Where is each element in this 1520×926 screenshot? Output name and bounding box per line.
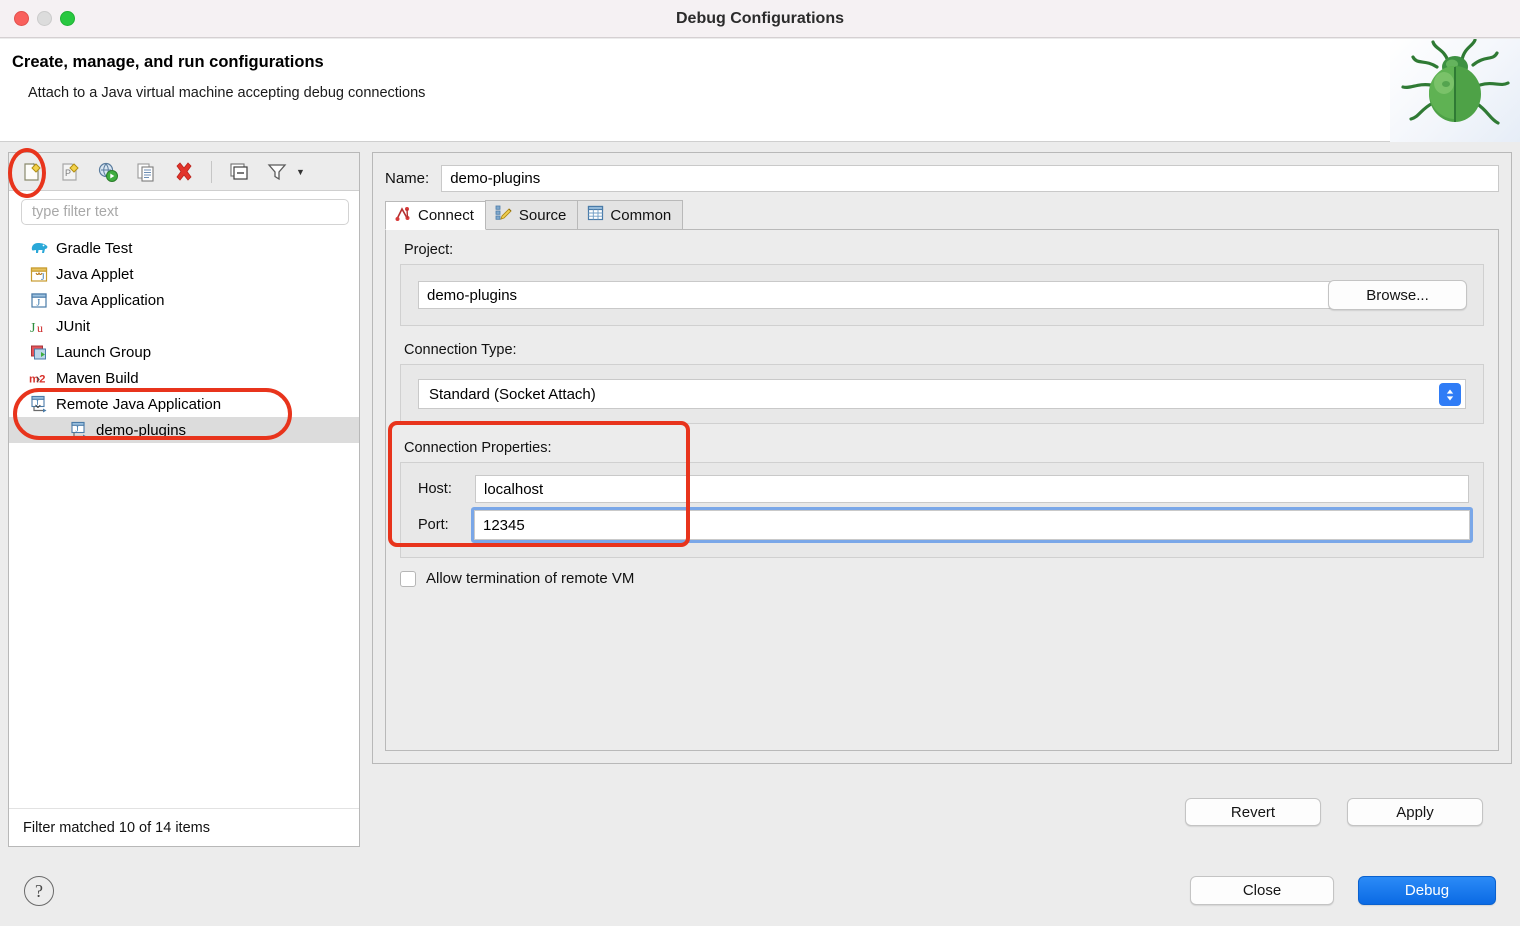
window-titlebar: Debug Configurations [0,0,1520,38]
project-input[interactable] [418,281,1333,309]
java-applet-icon: J [29,265,49,283]
tree-item-label: Maven Build [56,370,139,387]
filter-dropdown-caret-icon[interactable]: ▼ [296,167,305,177]
tree-item-launch-group[interactable]: Launch Group [9,339,359,365]
chevron-right-icon[interactable]: › [31,371,45,386]
editor-tabs: Connect Source [385,201,1499,230]
tree-item-java-applet[interactable]: J Java Applet [9,261,359,287]
tree-item-gradle-test[interactable]: Gradle Test [9,235,359,261]
configurations-toolbar: P [9,153,359,191]
window-title: Debug Configurations [0,10,1520,28]
svg-text:J: J [75,425,78,434]
stepper-arrows-icon[interactable] [1439,383,1461,406]
svg-text:P: P [65,168,71,178]
tree-item-label: JUnit [56,318,90,335]
launch-group-icon [29,343,49,361]
configurations-tree: Gradle Test J Java Applet [9,229,359,443]
allow-termination-label: Allow termination of remote VM [426,570,634,587]
host-label: Host: [418,481,452,497]
tab-label: Connect [418,207,474,224]
apply-button[interactable]: Apply [1347,798,1483,826]
port-focus-ring [471,507,1473,543]
svg-text:u: u [37,321,43,335]
common-table-icon [587,205,604,225]
tab-source[interactable]: Source [485,200,579,229]
tree-item-label: demo-plugins [96,422,186,439]
tree-item-label: Launch Group [56,344,151,361]
connection-properties-group: Host: Port: [400,462,1484,558]
debug-configurations-window: Debug Configurations Create, manage, and… [0,0,1520,926]
port-label: Port: [418,517,449,533]
tree-item-label: Remote Java Application [56,396,221,413]
project-group: Browse... [400,264,1484,326]
svg-text:J: J [30,321,36,335]
page-title: Create, manage, and run configurations [12,53,324,72]
debug-button[interactable]: Debug [1358,876,1496,905]
svg-text:J: J [41,272,45,282]
name-label: Name: [385,170,429,187]
connection-type-group: Standard (Socket Attach) [400,364,1484,424]
host-input[interactable] [475,475,1469,503]
dialog-header: Create, manage, and run configurations A… [0,39,1520,142]
toolbar-separator [211,161,212,183]
tree-item-java-application[interactable]: J Java Application [9,287,359,313]
tab-label: Source [519,207,567,224]
remote-java-app-icon: J [69,421,89,439]
help-label: ? [35,881,43,902]
revert-button[interactable]: Revert [1185,798,1321,826]
duplicate-configuration-icon[interactable] [131,158,161,186]
filter-field-wrapper [9,191,359,229]
new-configuration-icon[interactable] [17,158,47,186]
new-prototype-icon[interactable]: P [55,158,85,186]
allow-termination-checkbox[interactable] [400,571,416,587]
source-pencil-icon [495,205,513,225]
collapse-all-icon[interactable] [224,158,254,186]
tab-label: Common [610,207,671,224]
connection-type-select[interactable]: Standard (Socket Attach) [418,379,1466,409]
connection-type-label: Connection Type: [404,342,517,358]
junit-icon: J u [29,317,49,335]
svg-text:J: J [36,298,40,308]
tree-item-junit[interactable]: J u JUnit [9,313,359,339]
export-configuration-icon[interactable] [93,158,123,186]
configuration-editor-panel: Name: Connect [372,152,1512,764]
tree-item-label: Java Application [56,292,164,309]
connection-properties-label: Connection Properties: [404,440,552,456]
tree-item-maven-build[interactable]: › m2 Maven Build [9,365,359,391]
browse-button[interactable]: Browse... [1328,280,1467,310]
filter-icon[interactable] [262,158,292,186]
tab-connect[interactable]: Connect [385,201,486,230]
help-icon[interactable]: ? [24,876,54,906]
tab-common[interactable]: Common [577,200,683,229]
filter-status-text: Filter matched 10 of 14 items [9,808,359,846]
configuration-name-input[interactable] [441,165,1499,192]
dialog-footer: ? Close Debug [0,866,1520,926]
chevron-down-icon[interactable]: ⌄ [31,396,45,412]
java-application-icon: J [29,291,49,309]
close-button[interactable]: Close [1190,876,1334,905]
gradle-elephant-icon [29,239,49,257]
tree-item-remote-java-application[interactable]: ⌄ J Remote Java Application [9,391,359,417]
tree-item-demo-plugins[interactable]: J demo-plugins [9,417,359,443]
tree-item-label: Gradle Test [56,240,132,257]
green-bug-icon [1390,39,1520,142]
port-input[interactable] [474,510,1470,540]
delete-configuration-icon[interactable] [169,158,199,186]
tree-item-label: Java Applet [56,266,134,283]
allow-termination-row[interactable]: Allow termination of remote VM [400,570,634,587]
filter-input[interactable] [21,199,349,225]
configurations-panel: P [8,152,360,847]
configuration-name-row: Name: [385,164,1499,192]
connect-tab-content: Project: Browse... Connection Type: Stan… [385,230,1499,751]
page-subtitle: Attach to a Java virtual machine accepti… [28,85,425,101]
project-label: Project: [404,242,453,258]
connect-icon [395,206,412,226]
connection-type-value: Standard (Socket Attach) [429,386,596,403]
